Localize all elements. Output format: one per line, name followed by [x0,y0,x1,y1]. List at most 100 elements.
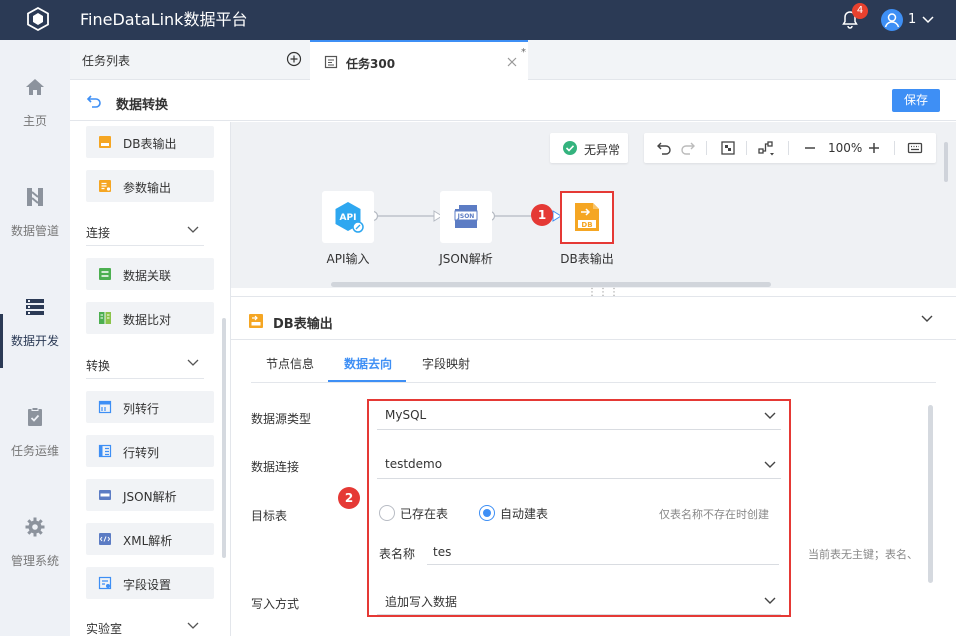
tab-bar: 任务列表 任务300 * [70,40,956,81]
palette-item-data-join[interactable]: 数据关联 [86,258,214,290]
palette-item-col-to-row[interactable]: 列转行 [86,391,214,423]
tabs-underline [251,382,936,383]
nav-item-task-ops[interactable]: 任务运维 [0,406,70,496]
tab-node-info[interactable]: 节点信息 [266,355,314,372]
palette-item-row-to-col[interactable]: 行转列 [86,435,214,467]
node-db-output[interactable]: DB [560,191,614,244]
palette-section-lab[interactable]: 实验室 [86,616,204,636]
user-name[interactable]: 1 [908,12,916,27]
close-icon[interactable] [506,56,518,68]
save-button[interactable]: 保存 [892,89,940,112]
write-mode-label: 写入方式 [251,597,300,611]
primary-key-note: 当前表无主键；表名、 [808,548,918,561]
target-table-hint: 仅表名称不存在时创建 [659,508,769,521]
section-label: 连接 [86,226,111,240]
divider [231,339,956,340]
nav-item-admin[interactable]: 管理系统 [0,516,70,606]
target-table-label: 目标表 [251,509,288,523]
nav-label: 主页 [22,114,47,128]
tab-task-300[interactable]: 任务300 * [310,40,528,81]
data-compare-icon [99,312,111,324]
node-glyph: API [340,213,357,223]
palette-item-param-output[interactable]: 参数输出 [86,170,214,202]
node-glyph: JSON [457,213,475,220]
col-to-row-icon [98,400,112,414]
back-icon[interactable] [86,93,102,109]
chevron-down-icon[interactable] [186,224,200,236]
palette-item-label: DB表输出 [123,137,177,151]
section-label: 转换 [86,359,111,373]
radio-existing-table[interactable] [379,505,395,521]
tab-task-list[interactable]: 任务列表 [82,52,130,69]
radio-label[interactable]: 自动建表 [500,505,548,522]
palette-item-json-parse[interactable]: JSON解析 [86,479,214,511]
chevron-down-icon[interactable] [186,357,200,369]
node-api-input[interactable]: API [322,191,374,243]
palette-item-field-settings[interactable]: 字段设置 [86,567,214,599]
tab-label: 任务300 [346,57,396,71]
gear-icon [25,517,45,537]
flow-canvas[interactable]: 无异常 100% API API输入 JSON JSON解析 DB DB表输出 … [231,122,956,298]
json-parse-icon [99,490,111,500]
chevron-down-icon[interactable] [186,620,200,632]
properties-panel: DB表输出 节点信息 数据去向 字段映射 数据源类型 MySQL 数据连接 te… [231,296,956,636]
node-json-parse[interactable]: JSON [440,191,492,243]
connection-select[interactable]: testdemo [377,449,781,479]
connection-label: 数据连接 [251,460,300,474]
palette-item-data-compare[interactable]: 数据比对 [86,302,214,334]
api-icon: API [335,202,364,233]
nav-label: 任务运维 [10,444,59,458]
node-label: DB表输出 [560,252,614,266]
data-join-icon [99,268,111,280]
palette-scrollbar[interactable] [222,318,226,558]
palette-section-connect[interactable]: 连接 [86,220,204,246]
table-name-input[interactable] [427,539,779,565]
nav-label: 管理系统 [10,554,59,568]
palette-item-label: XML解析 [123,534,173,548]
canvas-vertical-scrollbar[interactable] [944,142,948,182]
select-value: MySQL [385,408,427,422]
node-glyph: DB [581,221,592,229]
db-output-icon: DB [575,203,599,231]
chevron-down-icon[interactable] [921,14,935,26]
add-tab-icon[interactable] [286,51,302,67]
radio-auto-create-table[interactable] [479,505,495,521]
annotation-marker-1: 1 [531,204,553,226]
palette-item-label: 参数输出 [123,181,172,195]
row-to-col-icon [98,444,112,458]
chevron-down-icon[interactable] [920,313,934,325]
page-header: 数据转换 保存 [70,81,956,121]
palette-section-transform[interactable]: 转换 [86,353,204,379]
chevron-down-icon[interactable] [763,410,777,422]
nav-item-home[interactable]: 主页 [0,76,70,166]
source-type-select[interactable]: MySQL [377,400,781,430]
canvas-horizontal-scrollbar[interactable] [331,282,771,287]
palette-item-label: JSON解析 [123,490,177,504]
chevron-down-icon[interactable] [763,459,777,471]
active-tab-indicator [328,380,406,382]
palette-item-db-output[interactable]: DB表输出 [86,126,214,158]
write-mode-select[interactable]: 追加写入数据 [377,585,781,615]
select-value: testdemo [385,457,443,471]
operator-palette: DB表输出 参数输出 连接 数据关联 数据比对 转换 列转行 行转列 JSON解… [70,122,231,636]
left-nav: 主页 数据管道 数据开发 任务运维 管理系统 [0,40,70,636]
table-name-label: 表名称 [379,547,416,561]
chevron-down-icon[interactable] [763,595,777,607]
field-settings-icon [98,576,112,590]
nav-item-data-dev[interactable]: 数据开发 [0,296,70,386]
db-output-icon [249,314,263,328]
avatar[interactable] [881,9,903,31]
notification-count-badge: 4 [852,3,868,19]
tab-field-mapping[interactable]: 字段映射 [422,355,470,372]
page-title: 数据转换 [116,98,169,113]
pipeline-icon [27,188,43,206]
param-output-icon [99,180,111,192]
radio-label[interactable]: 已存在表 [400,505,448,522]
panel-title: DB表输出 [273,317,333,332]
nav-label: 数据管道 [10,224,59,238]
nav-label: 数据开发 [10,334,59,348]
palette-item-xml-parse[interactable]: XML解析 [86,523,214,555]
tab-data-destination[interactable]: 数据去向 [344,355,392,372]
panel-scrollbar[interactable] [928,405,933,583]
nav-item-pipeline[interactable]: 数据管道 [0,186,70,276]
